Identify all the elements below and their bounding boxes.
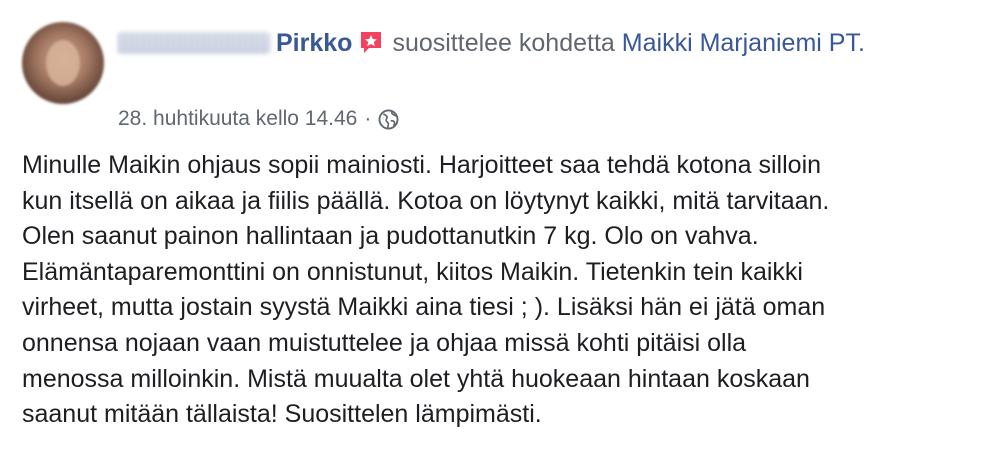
recommend-flag-icon	[361, 32, 382, 53]
avatar-face	[46, 40, 80, 86]
author-first-name-redacted[interactable]	[118, 32, 270, 54]
author-name-link[interactable]: Pirkko	[276, 29, 352, 57]
post-body-text: Minulle Maikin ohjaus sopii mainiosti. H…	[22, 151, 830, 429]
recommended-page-link[interactable]: Maikki Marjaniemi PT.	[622, 29, 865, 57]
post-meta: 28. huhtikuuta kello 14.46 ·	[118, 104, 399, 134]
recommend-verb: suosittelee kohdetta	[392, 29, 615, 57]
post-timestamp[interactable]: 28. huhtikuuta kello 14.46	[118, 104, 357, 134]
meta-separator: ·	[364, 107, 372, 130]
post-header: Pirkko suosittelee kohdetta Maikki Marja…	[118, 26, 958, 60]
recommendation-post: Pirkko suosittelee kohdetta Maikki Marja…	[0, 0, 1004, 470]
globe-icon[interactable]	[378, 109, 399, 130]
author-avatar[interactable]	[22, 22, 104, 104]
